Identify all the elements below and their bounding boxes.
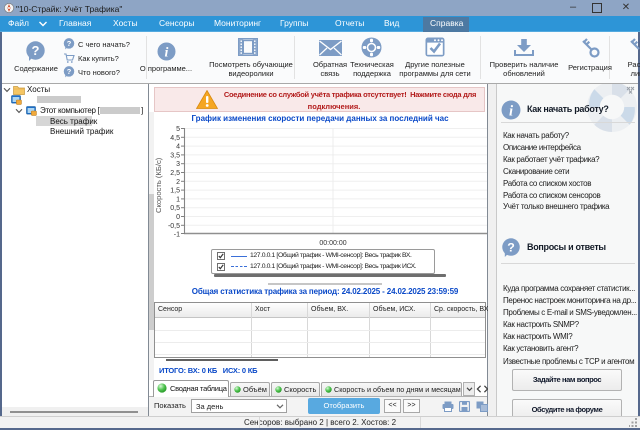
svg-text:0,5: 0,5 [170,205,180,212]
svg-text:?: ? [32,43,40,58]
svg-text:5: 5 [176,126,180,133]
svg-text:0: 0 [176,214,180,221]
svg-text:1,5: 1,5 [170,188,180,195]
svg-text:-0,5: -0,5 [168,223,180,230]
svg-text:?: ? [67,67,72,76]
svg-text:3,5: 3,5 [170,152,180,159]
svg-text:3: 3 [176,161,180,168]
svg-text:4: 4 [176,144,180,151]
svg-text:4,5: 4,5 [170,135,180,142]
svg-text:-1: -1 [174,231,180,238]
svg-text:00:00:00: 00:00:00 [319,240,346,247]
svg-text:i: i [165,46,169,61]
svg-text:1: 1 [176,196,180,203]
svg-text:2,5: 2,5 [170,170,180,177]
svg-text:?: ? [507,240,515,254]
svg-text:2: 2 [176,179,180,186]
svg-text:?: ? [67,39,72,48]
